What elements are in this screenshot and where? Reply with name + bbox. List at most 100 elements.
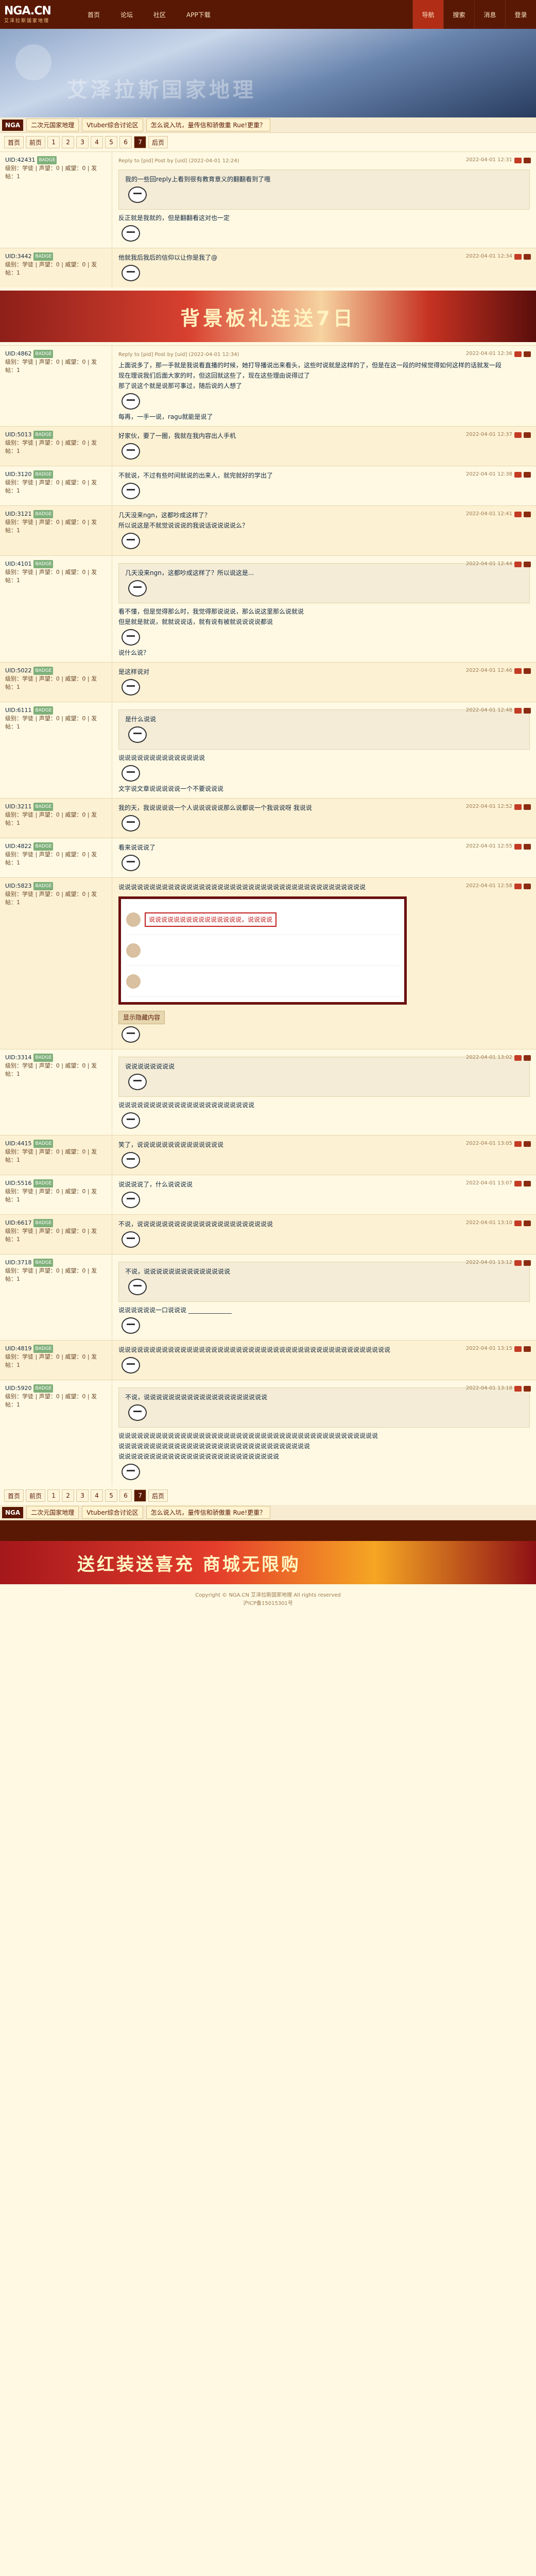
username[interactable]: UID:4822: [5, 842, 31, 851]
username[interactable]: UID:6111: [5, 706, 31, 715]
login-button[interactable]: 登录: [505, 0, 536, 29]
username[interactable]: UID:5022: [5, 667, 31, 675]
reply-icon[interactable]: [514, 883, 522, 889]
more-icon[interactable]: [524, 1346, 531, 1352]
page-link[interactable]: 5: [105, 136, 118, 148]
reply-icon[interactable]: [514, 253, 522, 260]
page-link[interactable]: 4: [91, 1489, 103, 1502]
reply-icon[interactable]: [514, 471, 522, 478]
page-link[interactable]: 1: [47, 136, 60, 148]
username[interactable]: UID:5920: [5, 1384, 31, 1393]
username[interactable]: UID:4415: [5, 1140, 31, 1148]
bottom-ad-banner[interactable]: 送红装送喜充 商城无限购: [0, 1541, 536, 1584]
breadcrumb-item[interactable]: 二次元国家地理: [26, 118, 79, 131]
page-link[interactable]: 后页: [148, 136, 168, 148]
page-link[interactable]: 首页: [4, 136, 24, 148]
breadcrumb-item[interactable]: 二次元国家地理: [26, 1506, 79, 1519]
page-link[interactable]: 后页: [148, 1489, 168, 1502]
more-icon[interactable]: [524, 1055, 531, 1061]
site-logo[interactable]: NGA.CN 艾泽拉斯国家地理: [0, 0, 77, 29]
reply-icon[interactable]: [514, 511, 522, 517]
page-link[interactable]: 6: [119, 136, 132, 148]
reply-icon[interactable]: [514, 157, 522, 163]
reply-icon[interactable]: [514, 1385, 522, 1392]
username[interactable]: UID:3718: [5, 1259, 31, 1267]
reply-icon[interactable]: [514, 1055, 522, 1061]
more-icon[interactable]: [524, 351, 531, 357]
page-link[interactable]: 5: [105, 1489, 118, 1502]
page-link[interactable]: 2: [62, 1489, 75, 1502]
page-link[interactable]: 1: [47, 1489, 60, 1502]
username[interactable]: UID:3121: [5, 510, 31, 518]
username[interactable]: UID:4862: [5, 350, 31, 358]
username[interactable]: UID:5516: [5, 1179, 31, 1188]
username[interactable]: UID:4101: [5, 560, 31, 568]
username[interactable]: UID:3442: [5, 252, 31, 261]
username[interactable]: UID:6617: [5, 1219, 31, 1227]
username[interactable]: UID:3211: [5, 803, 31, 811]
breadcrumb-home[interactable]: NGA: [2, 1506, 24, 1518]
reply-icon[interactable]: [514, 843, 522, 850]
reply-icon[interactable]: [514, 432, 522, 438]
more-icon[interactable]: [524, 707, 531, 714]
page-link[interactable]: 6: [119, 1489, 132, 1502]
reply-icon[interactable]: [514, 707, 522, 714]
page-link[interactable]: 前页: [26, 136, 46, 148]
breadcrumb-item[interactable]: Vtuber综合讨论区: [82, 118, 143, 131]
reply-icon[interactable]: [514, 1220, 522, 1226]
more-icon[interactable]: [524, 511, 531, 517]
username[interactable]: UID:5823: [5, 882, 31, 890]
reply-icon[interactable]: [514, 804, 522, 810]
username[interactable]: UID:4819: [5, 1345, 31, 1353]
username[interactable]: UID:42431: [5, 156, 35, 164]
more-icon[interactable]: [524, 1180, 531, 1187]
post-content: 2022-04-01 12:55 看来说说说了: [112, 838, 536, 877]
page-link[interactable]: 4: [91, 136, 103, 148]
page-link[interactable]: 首页: [4, 1489, 24, 1502]
more-icon[interactable]: [524, 1141, 531, 1147]
nav-item-home[interactable]: 首页: [77, 0, 110, 29]
username[interactable]: UID:3120: [5, 470, 31, 479]
more-icon[interactable]: [524, 432, 531, 438]
breadcrumb-thread[interactable]: 怎么说入坑，量传信和骄傲重 Rue!更重？: [146, 118, 271, 131]
breadcrumb-home[interactable]: NGA: [2, 119, 24, 131]
page-link[interactable]: 7: [134, 136, 147, 148]
post-meta: 2022-04-01 13:15: [466, 1344, 531, 1354]
nav-guide-button[interactable]: 导航: [412, 0, 443, 29]
more-icon[interactable]: [524, 1260, 531, 1266]
breadcrumb-item[interactable]: Vtuber综合讨论区: [82, 1506, 143, 1519]
more-icon[interactable]: [524, 561, 531, 567]
embedded-screenshot[interactable]: 说说说说说说说说说说说说说说说，说说说说: [118, 896, 407, 1005]
more-icon[interactable]: [524, 843, 531, 850]
reply-icon[interactable]: [514, 351, 522, 357]
messages-button[interactable]: 消息: [474, 0, 505, 29]
promo-banner[interactable]: 背景板礼连送7日: [0, 291, 536, 342]
reply-icon[interactable]: [514, 1260, 522, 1266]
breadcrumb-thread[interactable]: 怎么说入坑，量传信和骄傲重 Rue!更重？: [146, 1506, 271, 1519]
more-icon[interactable]: [524, 804, 531, 810]
reply-icon[interactable]: [514, 1346, 522, 1352]
page-link[interactable]: 前页: [26, 1489, 46, 1502]
more-icon[interactable]: [524, 157, 531, 163]
page-link[interactable]: 7: [134, 1489, 147, 1502]
more-icon[interactable]: [524, 471, 531, 478]
nav-item-community[interactable]: 社区: [143, 0, 176, 29]
show-hidden-button[interactable]: 显示隐藏内容: [118, 1011, 165, 1024]
more-icon[interactable]: [524, 883, 531, 889]
more-icon[interactable]: [524, 253, 531, 260]
page-link[interactable]: 3: [76, 136, 89, 148]
reply-icon[interactable]: [514, 1141, 522, 1147]
username[interactable]: UID:3314: [5, 1054, 31, 1062]
page-link[interactable]: 2: [62, 136, 75, 148]
reply-icon[interactable]: [514, 668, 522, 674]
search-button[interactable]: 搜索: [443, 0, 474, 29]
more-icon[interactable]: [524, 668, 531, 674]
more-icon[interactable]: [524, 1385, 531, 1392]
more-icon[interactable]: [524, 1220, 531, 1226]
reply-icon[interactable]: [514, 1180, 522, 1187]
page-link[interactable]: 3: [76, 1489, 89, 1502]
username[interactable]: UID:5013: [5, 431, 31, 439]
nav-item-app[interactable]: APP下载: [176, 0, 221, 29]
reply-icon[interactable]: [514, 561, 522, 567]
nav-item-forum[interactable]: 论坛: [110, 0, 143, 29]
